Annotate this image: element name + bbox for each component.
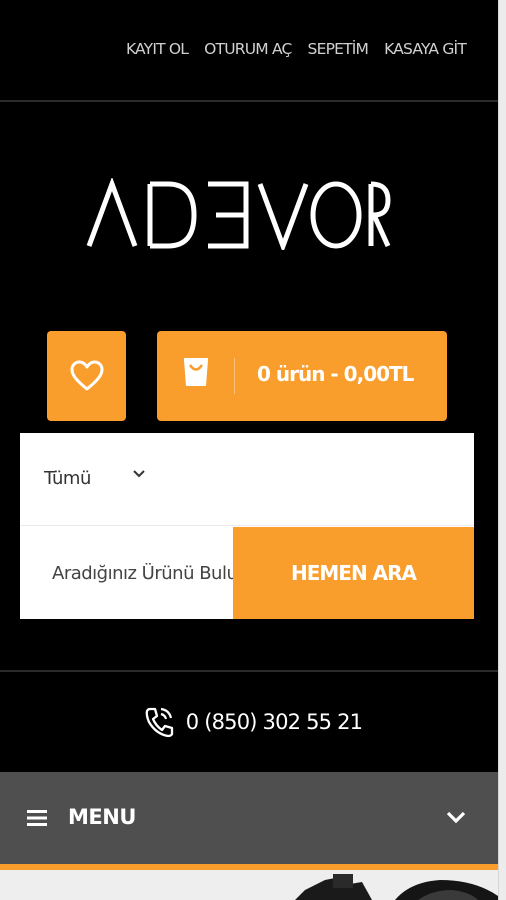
hamburger-icon — [27, 810, 47, 826]
search-input[interactable] — [20, 527, 233, 619]
top-nav: KAYIT OL OTURUM AÇ SEPETİM KASAYA GİT — [0, 40, 498, 58]
search-button[interactable]: HEMEN ARA — [233, 527, 474, 619]
category-selected: Tümü — [44, 468, 91, 489]
nav-login-link[interactable]: OTURUM AÇ — [204, 40, 292, 58]
phone-icon — [145, 707, 173, 738]
favorites-button[interactable] — [47, 331, 126, 421]
brand-logo[interactable] — [86, 178, 391, 250]
top-divider — [0, 100, 498, 102]
content-preview — [0, 870, 498, 900]
contact-phone[interactable]: 0 (850) 302 55 21 — [0, 706, 498, 738]
chevron-down-icon — [133, 470, 145, 478]
scrollbar[interactable] — [498, 0, 506, 900]
nav-cart-link[interactable]: SEPETİM — [308, 40, 369, 58]
middle-divider — [0, 670, 498, 672]
menu-label: MENU — [68, 805, 136, 829]
cart-summary: 0 ürün - 0,00TL — [257, 362, 414, 386]
shopping-bag-icon — [184, 358, 208, 386]
chevron-down-icon — [446, 811, 466, 824]
heart-icon — [70, 360, 103, 391]
nav-register-link[interactable]: KAYIT OL — [126, 40, 189, 58]
category-select[interactable]: Tümü — [20, 433, 474, 526]
cart-separator — [234, 358, 235, 394]
cart-button[interactable]: 0 ürün - 0,00TL — [157, 331, 447, 421]
product-image-partial — [295, 874, 498, 900]
search-box: Tümü HEMEN ARA — [20, 433, 474, 619]
phone-number: 0 (850) 302 55 21 — [185, 710, 363, 734]
nav-checkout-link[interactable]: KASAYA GİT — [384, 40, 467, 58]
menu-toggle[interactable]: MENU — [0, 772, 498, 864]
page: KAYIT OL OTURUM AÇ SEPETİM KASAYA GİT 0 … — [0, 0, 498, 900]
